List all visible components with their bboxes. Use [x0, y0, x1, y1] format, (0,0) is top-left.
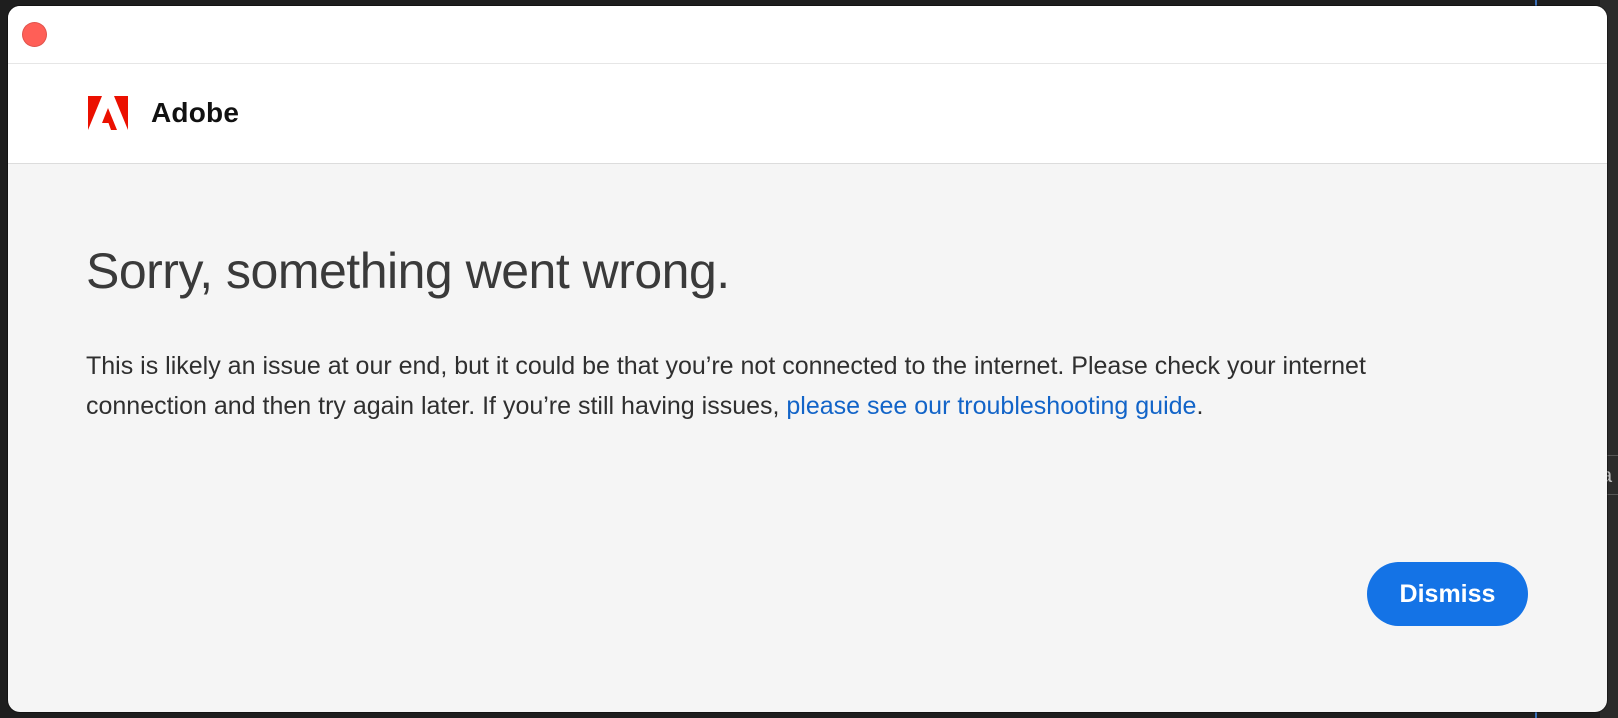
error-heading: Sorry, something went wrong.: [86, 243, 730, 299]
adobe-logo-icon: [88, 96, 128, 130]
dialog-header: Adobe: [8, 64, 1607, 164]
brand-name: Adobe: [151, 97, 240, 128]
error-dialog: Adobe Sorry, something went wrong. This …: [8, 6, 1607, 712]
error-message: This is likely an issue at our end, but …: [86, 346, 1406, 426]
troubleshooting-guide-link[interactable]: please see our troubleshooting guide: [786, 392, 1196, 420]
dialog-content: Sorry, something went wrong. This is lik…: [8, 164, 1607, 712]
error-message-end: .: [1196, 392, 1204, 420]
window-titlebar: [8, 6, 1607, 64]
dismiss-button[interactable]: Dismiss: [1367, 562, 1528, 626]
close-icon[interactable]: [22, 22, 47, 47]
